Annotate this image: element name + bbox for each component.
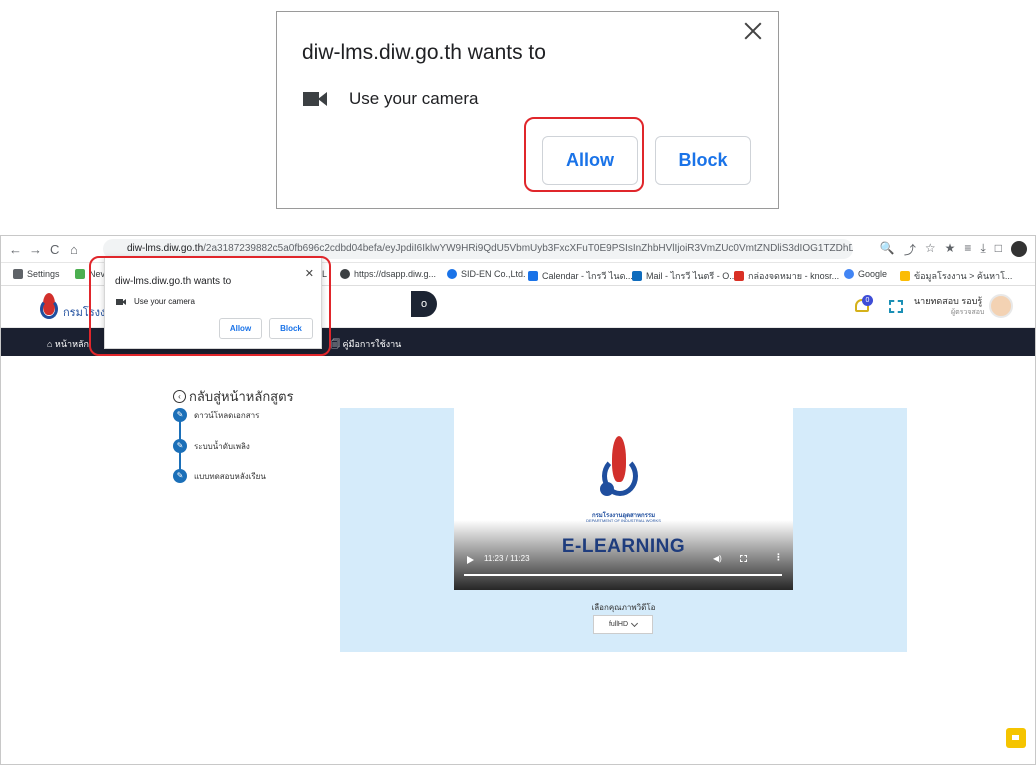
quality-select[interactable]: fullHD [593, 615, 653, 634]
bookmark-item[interactable]: กล่องจดหมาย - knosr... [734, 269, 839, 283]
popup-highlight-box [89, 256, 331, 356]
screenshot-stage: diw-lms.diw.go.th wants to Use your came… [0, 0, 1036, 765]
url-path: /2a3187239882c5a0fb696c2cdbd04befa/eyJpd… [203, 243, 853, 254]
calendar-icon [528, 271, 538, 281]
gear-icon [13, 269, 23, 279]
pencil-icon: ✎ [173, 408, 187, 422]
back-to-course-link[interactable]: ‹ กลับสู่หน้าหลักสูตร [173, 386, 294, 407]
block-button[interactable]: Block [655, 136, 751, 185]
profile-avatar-icon[interactable] [1011, 241, 1027, 257]
home-icon[interactable]: ⌂ [70, 242, 78, 257]
lesson-step[interactable]: ✎ แบบทดสอบหลังเรียน [173, 469, 266, 483]
quality-selected-value: fullHD [608, 621, 629, 628]
bookmark-icon [75, 269, 85, 279]
bookmark-item[interactable]: Calendar - ไกรวี ไนด... [528, 269, 633, 283]
chat-button[interactable] [1006, 728, 1026, 748]
bookmark-icon [900, 271, 910, 281]
diw-logo-icon[interactable] [37, 293, 61, 323]
user-name[interactable]: นายทดสอบ รอบรู้ [914, 294, 982, 308]
search-button[interactable]: o [411, 291, 437, 317]
chevron-down-icon [630, 619, 639, 627]
fullscreen-icon[interactable] [889, 300, 903, 313]
notification-bell-icon[interactable]: 0 [853, 295, 873, 316]
nav-item-home[interactable]: ⌂ หน้าหลัก [47, 337, 89, 351]
diw-emblem-icon [600, 436, 640, 506]
reload-icon[interactable]: C [50, 242, 59, 257]
close-icon[interactable] [742, 20, 764, 42]
bookmark-item[interactable]: Mail - ไกรวี ไนตรี - O... [632, 269, 737, 283]
course-content: ‹ กลับสู่หน้าหลักสูตร ✎ ดาวน์โหลดเอกสาร ✎… [1, 356, 1035, 764]
globe-icon [340, 269, 350, 279]
bookmark-item[interactable]: SID-EN Co.,Ltd. [447, 269, 526, 279]
video-fullscreen-icon[interactable] [740, 555, 747, 562]
outlook-icon [632, 271, 642, 281]
url-host: diw-lms.diw.go.th [127, 243, 204, 254]
bookmark-star-icon[interactable]: ☆ [925, 241, 936, 258]
pencil-icon: ✎ [173, 469, 187, 483]
zoom-icon[interactable]: 🔍 [880, 241, 895, 258]
window-icon[interactable]: □ [995, 241, 1002, 258]
video-player[interactable]: กรมโรงงานอุตสาหกรรม DEPARTMENT OF INDUST… [454, 398, 793, 590]
download-icon[interactable]: ⤓ [980, 241, 985, 258]
video-progress-fill [464, 574, 782, 576]
gmail-icon [734, 271, 744, 281]
share-icon[interactable]: ⤴ [904, 241, 916, 258]
back-link-label: กลับสู่หน้าหลักสูตร [189, 389, 294, 404]
camera-permission-row: Use your camera [303, 89, 478, 109]
permission-title: diw-lms.diw.go.th wants to [302, 41, 546, 64]
video-progress-bar[interactable] [464, 574, 782, 576]
pencil-icon: ✎ [173, 439, 187, 453]
camera-icon [303, 92, 327, 106]
more-options-icon[interactable]: ⋮ [774, 552, 783, 563]
bookmark-item[interactable]: https://dsapp.diw.g... [340, 269, 436, 279]
site-icon [447, 269, 457, 279]
lesson-step[interactable]: ✎ ดาวน์โหลดเอกสาร [173, 408, 259, 422]
quality-label: เลือกคุณภาพวิดีโอ [591, 603, 656, 612]
google-icon [844, 269, 854, 279]
nav-item-manual[interactable]: 🗐 คู่มือการใช้งาน [331, 337, 401, 353]
volume-icon[interactable]: ◀) [713, 554, 722, 563]
extensions-icon[interactable]: ★ [945, 241, 956, 258]
bookmark-item[interactable]: Settings [13, 269, 60, 279]
user-role: ผู้ตรวจสอบ [951, 309, 985, 316]
reading-list-icon[interactable]: ≡ [964, 241, 971, 258]
allow-highlight-box [524, 117, 644, 192]
browser-window: ← → C ⌂ diw-lms.diw.go.th/2a3187239882c5… [0, 235, 1036, 765]
browser-toolbar-icons: 🔍 ⤴ ☆ ★ ≡ ⤓ □ [880, 241, 1027, 258]
video-panel: กรมโรงงานอุตสาหกรรม DEPARTMENT OF INDUST… [340, 398, 907, 652]
notification-badge: 0 [862, 295, 873, 306]
play-icon[interactable] [467, 556, 474, 564]
bookmark-item[interactable]: Google [844, 269, 887, 279]
forward-arrow-icon[interactable]: → [29, 242, 42, 257]
bookmark-item[interactable]: ข้อมูลโรงงาน > ค้นหาโ... [900, 269, 1012, 283]
camera-permission-text: Use your camera [349, 89, 479, 108]
back-circle-icon: ‹ [173, 390, 186, 403]
lesson-step[interactable]: ✎ ระบบน้ำดับเพลิง [173, 439, 250, 453]
video-time: 11:23 / 11:23 [484, 554, 530, 563]
avatar[interactable] [989, 294, 1013, 318]
back-arrow-icon[interactable]: ← [9, 242, 22, 257]
